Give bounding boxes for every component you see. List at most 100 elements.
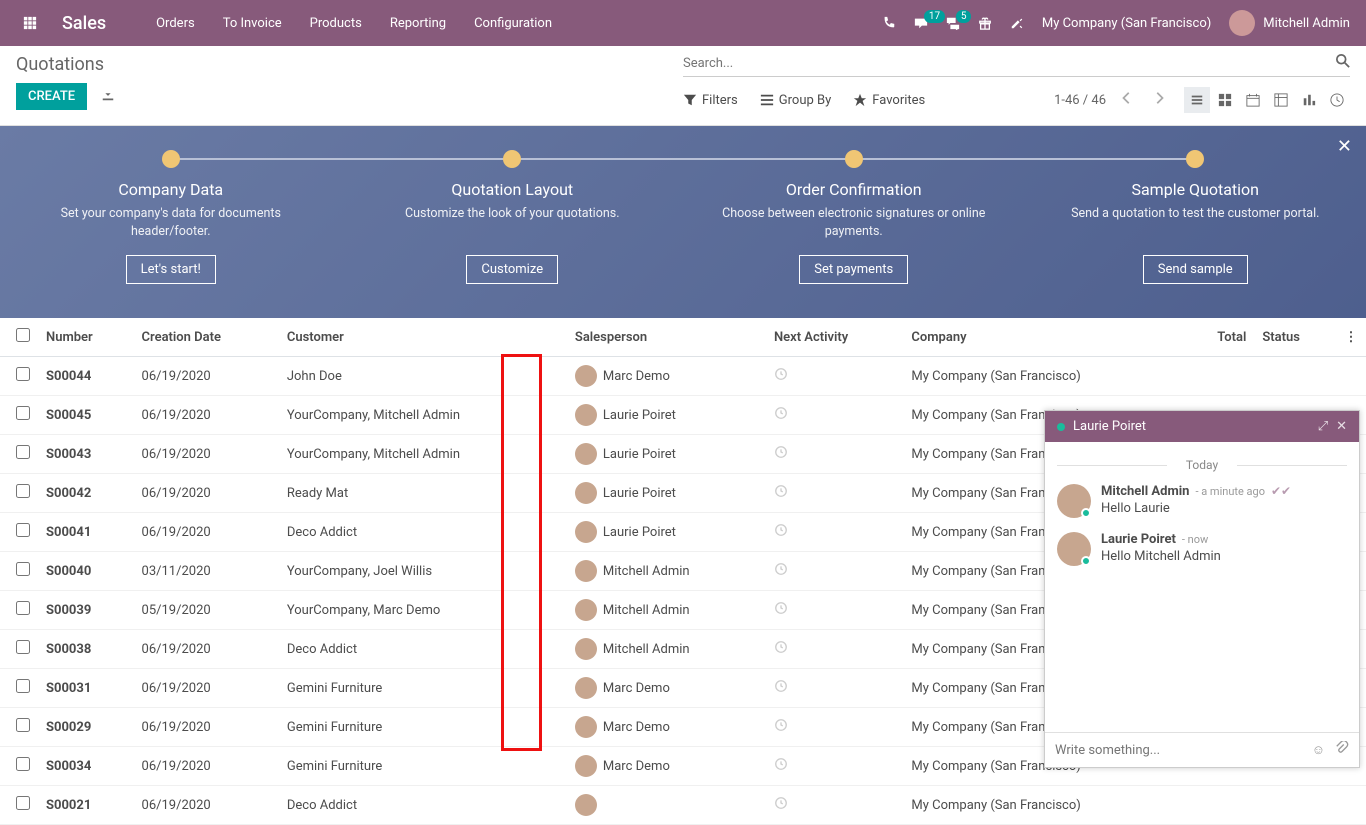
col-company[interactable]: Company <box>903 318 1185 357</box>
favorites-button[interactable]: Favorites <box>853 93 925 108</box>
cell-activity[interactable] <box>766 552 903 591</box>
pager-text[interactable]: 1-46 / 46 <box>1054 93 1106 108</box>
menu-orders[interactable]: Orders <box>156 16 195 31</box>
activity-view-icon[interactable] <box>1324 87 1350 113</box>
cell-activity[interactable] <box>766 591 903 630</box>
msg-time: - now <box>1182 533 1208 546</box>
cell-options[interactable] <box>1336 357 1366 396</box>
chat-body[interactable]: Today Mitchell Admin - a minute ago ✔✔ H… <box>1045 442 1359 732</box>
kanban-view-icon[interactable] <box>1212 87 1238 113</box>
graph-view-icon[interactable] <box>1296 87 1322 113</box>
pager-prev-icon[interactable] <box>1116 91 1138 109</box>
select-all-checkbox[interactable] <box>16 328 30 342</box>
pivot-view-icon[interactable] <box>1268 87 1294 113</box>
search-icon[interactable] <box>1336 54 1350 72</box>
cell-number: S00044 <box>38 357 134 396</box>
menu-products[interactable]: Products <box>310 16 362 31</box>
row-checkbox[interactable] <box>16 562 30 576</box>
cell-date: 06/19/2020 <box>134 708 279 747</box>
filters-button[interactable]: Filters <box>683 93 738 108</box>
col-date[interactable]: Creation Date <box>134 318 279 357</box>
salesperson-avatar <box>575 404 597 426</box>
gift-icon[interactable] <box>978 16 992 30</box>
salesperson-avatar <box>575 716 597 738</box>
col-salesperson[interactable]: Salesperson <box>567 318 766 357</box>
row-checkbox[interactable] <box>16 718 30 732</box>
user-avatar <box>1229 10 1255 36</box>
cell-customer: Deco Addict <box>279 513 567 552</box>
clock-icon <box>774 721 788 736</box>
col-options-icon[interactable]: ⋮ <box>1336 318 1366 357</box>
cell-number: S00040 <box>38 552 134 591</box>
emoji-icon[interactable]: ☺ <box>1312 742 1325 758</box>
cell-customer: YourCompany, Joel Willis <box>279 552 567 591</box>
search-input[interactable] <box>683 56 1336 71</box>
menu-reporting[interactable]: Reporting <box>390 16 446 31</box>
row-checkbox[interactable] <box>16 367 30 381</box>
messages-icon[interactable]: 17 <box>914 16 928 30</box>
app-brand[interactable]: Sales <box>62 13 106 34</box>
chat-input[interactable] <box>1055 743 1302 758</box>
cell-activity[interactable] <box>766 630 903 669</box>
groupby-button[interactable]: Group By <box>760 93 832 108</box>
cell-activity[interactable] <box>766 747 903 786</box>
settings-icon[interactable] <box>1010 16 1024 30</box>
onboarding-step-layout: Quotation Layout Customize the look of y… <box>342 150 684 302</box>
list-view-icon[interactable] <box>1184 87 1210 113</box>
set-payments-button[interactable]: Set payments <box>799 255 908 284</box>
cell-activity[interactable] <box>766 357 903 396</box>
close-chat-icon[interactable]: ✕ <box>1336 419 1347 434</box>
col-activity[interactable]: Next Activity <box>766 318 903 357</box>
cell-number: S00043 <box>38 435 134 474</box>
col-customer[interactable]: Customer <box>279 318 567 357</box>
menu-configuration[interactable]: Configuration <box>474 16 552 31</box>
create-button[interactable]: CREATE <box>16 83 87 110</box>
table-row[interactable]: S0002106/19/2020Deco AddictMy Company (S… <box>0 786 1366 825</box>
step-dot-icon <box>845 150 863 168</box>
calendar-view-icon[interactable] <box>1240 87 1266 113</box>
send-sample-button[interactable]: Send sample <box>1143 255 1248 284</box>
chat-avatar <box>1057 484 1091 518</box>
cell-activity[interactable] <box>766 396 903 435</box>
cell-number: S00031 <box>38 669 134 708</box>
col-number[interactable]: Number <box>38 318 134 357</box>
row-checkbox[interactable] <box>16 679 30 693</box>
menu-to-invoice[interactable]: To Invoice <box>223 16 282 31</box>
row-checkbox[interactable] <box>16 484 30 498</box>
import-icon[interactable] <box>101 88 115 106</box>
row-checkbox[interactable] <box>16 601 30 615</box>
discuss-icon[interactable]: 5 <box>946 16 960 30</box>
cell-activity[interactable] <box>766 669 903 708</box>
chat-header[interactable]: Laurie Poiret ⤢ ✕ <box>1045 411 1359 442</box>
cell-number: S00045 <box>38 396 134 435</box>
row-checkbox[interactable] <box>16 757 30 771</box>
cell-salesperson: Marc Demo <box>567 708 766 747</box>
row-checkbox[interactable] <box>16 796 30 810</box>
cell-activity[interactable] <box>766 708 903 747</box>
onboarding-banner: ✕ Company Data Set your company's data f… <box>0 126 1366 318</box>
row-checkbox[interactable] <box>16 445 30 459</box>
pager-next-icon[interactable] <box>1148 91 1170 109</box>
cell-activity[interactable] <box>766 435 903 474</box>
apps-icon[interactable] <box>16 9 44 37</box>
cell-activity[interactable] <box>766 786 903 825</box>
cell-activity[interactable] <box>766 513 903 552</box>
cell-activity[interactable] <box>766 474 903 513</box>
row-checkbox[interactable] <box>16 640 30 654</box>
msg-author: Laurie Poiret <box>1101 532 1176 547</box>
cell-options[interactable] <box>1336 786 1366 825</box>
company-switcher[interactable]: My Company (San Francisco) <box>1042 16 1211 31</box>
col-total[interactable]: Total <box>1186 318 1255 357</box>
row-checkbox[interactable] <box>16 523 30 537</box>
table-row[interactable]: S0004406/19/2020John DoeMarc DemoMy Comp… <box>0 357 1366 396</box>
chat-avatar <box>1057 532 1091 566</box>
row-checkbox[interactable] <box>16 406 30 420</box>
user-menu[interactable]: Mitchell Admin <box>1229 10 1350 36</box>
customize-button[interactable]: Customize <box>466 255 558 284</box>
control-panel: Quotations CREATE Filters Group By <box>0 46 1366 126</box>
lets-start-button[interactable]: Let's start! <box>126 255 216 284</box>
attachment-icon[interactable] <box>1335 741 1349 759</box>
expand-icon[interactable]: ⤢ <box>1318 419 1328 434</box>
col-status[interactable]: Status <box>1254 318 1336 357</box>
phone-icon[interactable] <box>882 16 896 30</box>
